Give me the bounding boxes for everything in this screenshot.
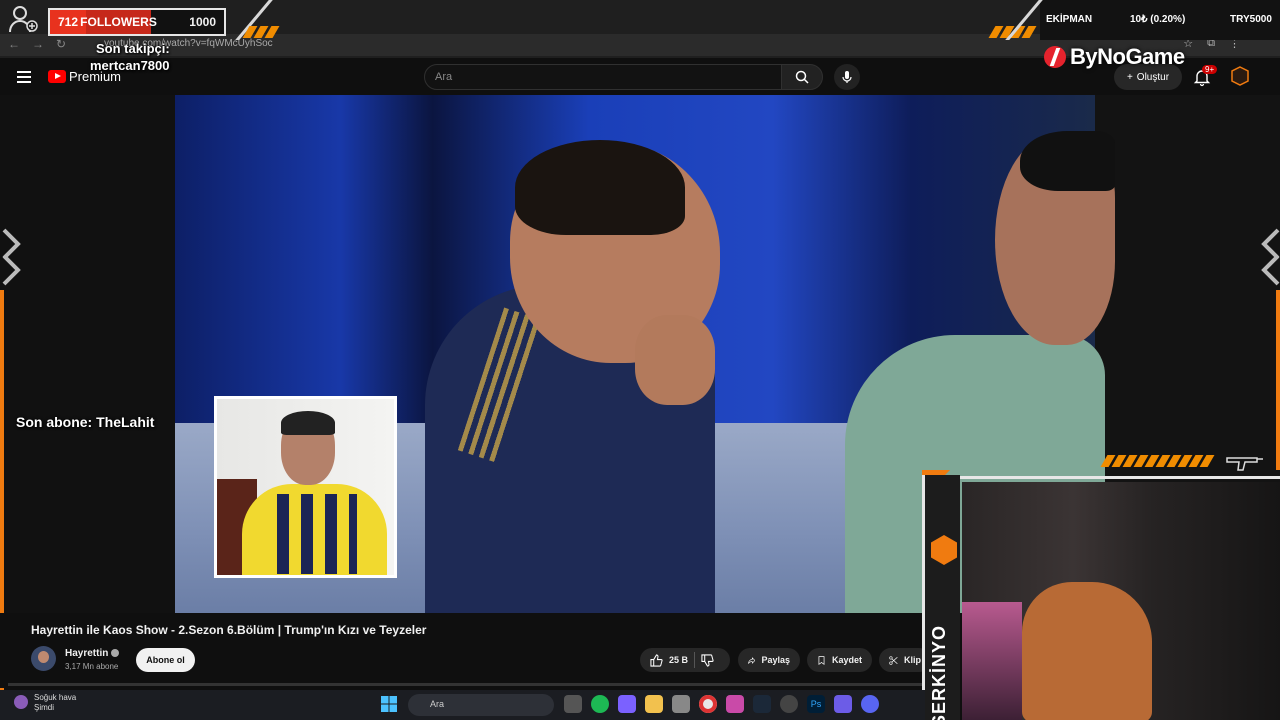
right-accent-bar (1276, 290, 1280, 470)
obs-icon[interactable] (780, 695, 798, 713)
brand-text: ByNoGame (1070, 44, 1185, 69)
like-count[interactable]: 25 B (669, 655, 688, 665)
user-add-icon (9, 6, 38, 33)
divider (694, 652, 696, 668)
task-view-icon[interactable] (564, 695, 582, 713)
like-dislike-group: 25 B (640, 648, 730, 672)
windows-start-icon[interactable] (380, 695, 398, 713)
clip-label: Klip (904, 655, 921, 665)
channel-name[interactable]: Hayrettin (65, 648, 120, 659)
channel-avatar[interactable] (31, 646, 56, 671)
search-button[interactable] (781, 64, 823, 90)
taskbar-search-label: Ara (430, 699, 445, 709)
person-right-hair (1020, 131, 1115, 191)
last-follower-name: mertcan7800 (90, 58, 170, 73)
webcam-chair (1022, 582, 1152, 720)
search-input[interactable]: Ara (424, 64, 782, 90)
decor-stripes (242, 26, 280, 38)
brand-logo: ByNoGame (1044, 44, 1185, 70)
last-follower-label: Son takipçi: (96, 41, 170, 56)
menu-icon[interactable] (17, 71, 31, 83)
spotify-icon[interactable] (591, 695, 609, 713)
price-text: TRY5000 (1230, 14, 1272, 25)
followers-label: FOLLOWERS (80, 10, 157, 34)
taskbar-start-group (380, 695, 398, 713)
plus-icon: + (1126, 71, 1133, 83)
chevron-decor-icon (2, 228, 21, 286)
chevron-decor-icon (1261, 228, 1280, 286)
youtube-play-icon (48, 70, 66, 83)
weather-icon (14, 695, 28, 709)
store-icon[interactable] (672, 695, 690, 713)
followers-goal: 1000 (189, 15, 216, 29)
ticker-widget: EKİPMAN 10₺ (0.20%) TRY5000 (1040, 0, 1280, 40)
person-left-hair (515, 140, 685, 235)
bookmark-icon (818, 655, 825, 665)
mic-icon (842, 71, 852, 83)
thumbs-down-icon[interactable] (701, 653, 714, 667)
copilot-icon[interactable] (618, 695, 636, 713)
create-label: Oluştur (1136, 71, 1170, 83)
voice-search-button[interactable] (834, 64, 860, 90)
video-title: Hayrettin ile Kaos Show - 2.Sezon 6.Bölü… (31, 623, 427, 637)
followers-bar: 712 FOLLOWERS 1000 (48, 8, 226, 36)
channel-name-text: Hayrettin (65, 648, 109, 659)
save-button[interactable]: Kaydet (807, 648, 872, 672)
share-label: Paylaş (761, 655, 790, 665)
webcam-video (962, 482, 1280, 720)
discord-icon[interactable] (861, 695, 879, 713)
weather-title: Soğuk hava (34, 693, 77, 702)
windows-taskbar: Soğuk hava Şimdi Ara Ps (0, 690, 925, 720)
notification-badge: 9+ (1202, 65, 1218, 74)
taskbar-search[interactable]: Ara (408, 694, 554, 716)
page-scrollbar[interactable] (8, 683, 923, 686)
photoshop-icon[interactable]: Ps (807, 695, 825, 713)
streamer-name: SERKİNYO (929, 625, 949, 720)
webcam-frame: SERKİNYO (922, 470, 1280, 720)
video-letterbox (0, 95, 175, 613)
steam-icon[interactable] (753, 695, 771, 713)
file-explorer-icon[interactable] (645, 695, 663, 713)
pip-jersey-stripes (277, 494, 357, 574)
verified-icon (111, 649, 120, 658)
app-icon[interactable] (834, 695, 852, 713)
weather-widget[interactable]: Soğuk hava Şimdi (14, 693, 76, 713)
decor-stripes (1100, 455, 1215, 467)
scissors-icon (889, 655, 898, 665)
screen: ← → ↻ youtube.com/watch?v=fqWMcUyhSoc ☆ … (0, 0, 1280, 720)
save-label: Kaydet (831, 655, 862, 665)
bynogame-icon (1044, 46, 1066, 68)
equipment-label: EKİPMAN (1046, 14, 1093, 25)
pip-hair (281, 411, 335, 435)
thumbs-up-icon[interactable] (650, 653, 663, 667)
taskbar-apps: Ps (564, 695, 879, 713)
followers-widget: 712 FOLLOWERS 1000 (0, 0, 250, 40)
subscriber-count: 3,17 Mn abone (65, 662, 119, 671)
stat-text: 10₺ (0.20%) (1130, 14, 1186, 25)
subscribe-button[interactable]: Abone ol (136, 648, 195, 672)
weapon-icon (1226, 457, 1263, 471)
chrome-icon[interactable] (699, 695, 717, 713)
webcam-sidebar: SERKİNYO (922, 475, 960, 720)
share-button[interactable]: Paylaş (738, 648, 800, 672)
streamer-logo-icon (931, 535, 957, 565)
picture-in-picture (214, 396, 397, 578)
person-left-hand (635, 315, 715, 405)
search-icon (795, 70, 809, 84)
video-info: Hayrettin ile Kaos Show - 2.Sezon 6.Bölü… (0, 613, 931, 688)
search-placeholder: Ara (435, 71, 453, 83)
webcam-light (962, 602, 1022, 720)
share-icon (748, 656, 756, 664)
app-icon[interactable] (726, 695, 744, 713)
account-avatar[interactable] (1230, 66, 1250, 86)
last-sub-text: Son abone: TheLahit (16, 414, 155, 430)
weather-sub: Şimdi (34, 703, 55, 712)
